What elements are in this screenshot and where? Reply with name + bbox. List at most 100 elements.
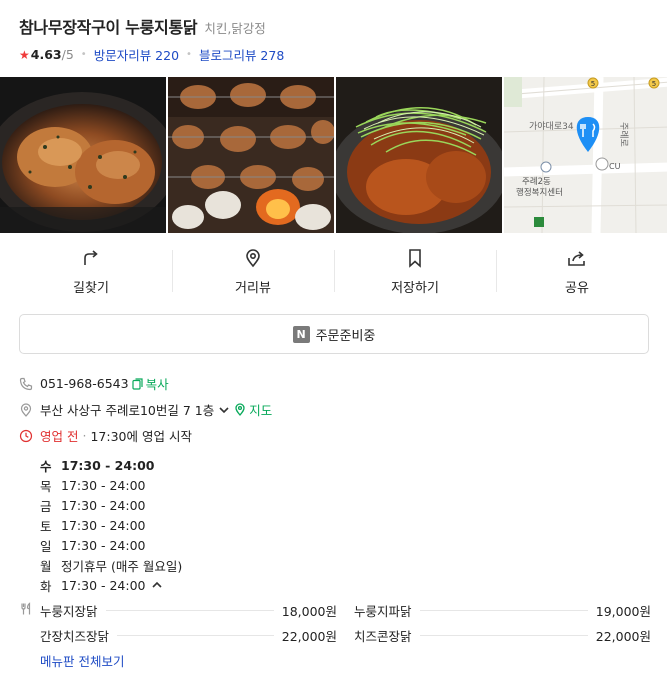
hours-time: 17:30 - 24:00 [61, 497, 146, 513]
place-title: 참나무장작구이 누룽지통닭 [19, 18, 198, 37]
location-pin-icon [20, 402, 32, 417]
hours-day: 금 [40, 498, 52, 514]
menu-item-name: 누룽지장닭 [40, 604, 98, 619]
hours-row: 목 17:30 - 24:00 [40, 475, 182, 495]
place-header: 참나무장작구이 누룽지통닭 치킨,닭강정 ★ 4.63 /5 • 방문자리뷰 2… [19, 14, 657, 64]
phone-row: 051-968-6543 복사 [19, 374, 169, 393]
hours-day: 월 [40, 558, 52, 574]
action-bar: 길찾기 거리뷰 저장하기 공유 [10, 242, 658, 300]
hours-time: 정기휴무 (매주 월요일) [61, 558, 183, 574]
menu-item[interactable]: 치즈콘장닭 22,000원 [354, 626, 651, 645]
menu-item-name: 치즈콘장닭 [354, 629, 412, 644]
photo-chicken-with-scallions[interactable] [336, 77, 502, 233]
directions-icon [84, 249, 98, 265]
rating-row: ★ 4.63 /5 • 방문자리뷰 220 • 블로그리뷰 278 [19, 45, 657, 64]
map-label-street: 주례로 [618, 122, 629, 147]
view-full-menu-link[interactable]: 메뉴판 전체보기 [40, 651, 124, 670]
hours-time: 17:30 - 24:00 [61, 537, 146, 553]
photo-roast-chicken-platter[interactable] [0, 77, 166, 233]
menu-item-name: 누룽지파닭 [354, 604, 412, 619]
menu-leader-line [419, 635, 588, 636]
map-label: 지도 [249, 403, 273, 418]
hours-day: 일 [40, 538, 52, 554]
address-text: 부산 사상구 주례로10번길 7 1층 [40, 403, 215, 418]
phone-number[interactable]: 051-968-6543 [40, 376, 129, 391]
place-category: 치킨,닭강정 [204, 21, 266, 36]
phone-icon [19, 377, 33, 390]
business-status-row: 영업 전 · 17:30에 영업 시작 [19, 426, 192, 445]
map-button[interactable]: 지도 [234, 400, 272, 419]
hours-row: 토 17:30 - 24:00 [40, 515, 182, 535]
order-label: 주문준비중 [315, 328, 376, 344]
menu-item-price: 19,000원 [595, 604, 651, 619]
menu-leader-line [105, 610, 274, 611]
copy-icon [131, 377, 143, 390]
clock-icon [19, 429, 33, 442]
menu-row: 누룽지장닭 18,000원 누룽지파닭 19,000원 [19, 598, 651, 623]
menu-item-name: 간장치즈장닭 [40, 629, 110, 644]
business-hours-list: 수 17:30 - 24:00 목 17:30 - 24:00 금 17:30 … [40, 455, 182, 595]
map-road-badge: 5 [652, 80, 656, 88]
hours-day: 화 [40, 578, 52, 594]
map-label-office: 주례2동 [522, 176, 551, 187]
map-label-office-2: 행정복지센터 [516, 187, 563, 198]
hours-day: 수 [40, 458, 52, 474]
menu-item[interactable]: 누룽지파닭 19,000원 [354, 601, 651, 620]
copy-label: 복사 [145, 377, 169, 392]
bookmark-icon [409, 248, 421, 268]
photo-location-map[interactable]: 5 5 가야대로34 주례로 CU 주례2동 행정복지센터 [504, 77, 667, 233]
hours-day: 토 [40, 518, 52, 534]
hours-row: 금 17:30 - 24:00 [40, 495, 182, 515]
map-pin-icon [235, 403, 245, 416]
directions-label: 길찾기 [73, 280, 109, 296]
menu-item-price: 18,000원 [281, 604, 337, 619]
star-icon: ★ [19, 47, 30, 62]
rating-value: 4.63 [30, 47, 62, 62]
hours-day: 목 [40, 478, 52, 494]
photo-rotisserie[interactable] [168, 77, 334, 233]
share-icon [568, 250, 585, 266]
naver-n-icon: N [292, 325, 310, 343]
hours-time: 17:30 - 24:00 [61, 577, 146, 593]
separator-dot: • [80, 49, 87, 60]
menu-item[interactable]: 간장치즈장닭 22,000원 [40, 626, 337, 645]
hours-row: 월 정기휴무 (매주 월요일) [40, 555, 182, 575]
hours-time: 17:30 - 24:00 [61, 517, 146, 533]
status-separator: · [82, 428, 87, 443]
rating-max: /5 [61, 47, 74, 62]
hours-row: 수 17:30 - 24:00 [40, 455, 182, 475]
menu-leader-line [419, 610, 588, 611]
visitor-review-link[interactable]: 방문자리뷰 220 [94, 45, 179, 64]
save-label: 저장하기 [391, 280, 439, 296]
blog-review-link[interactable]: 블로그리뷰 278 [199, 45, 284, 64]
hours-time: 17:30 - 24:00 [61, 477, 146, 493]
map-label-road: 가야대로34 [529, 121, 574, 132]
menu-item[interactable]: 누룽지장닭 18,000원 [40, 601, 337, 620]
directions-button[interactable]: 길찾기 [10, 242, 172, 300]
copy-button[interactable]: 복사 [131, 374, 169, 393]
map-label-store: CU [609, 162, 621, 171]
separator-dot: • [186, 49, 192, 60]
street-view-button[interactable]: 거리뷰 [172, 242, 334, 300]
status-next: 17:30에 영업 시작 [90, 429, 192, 444]
share-button[interactable]: 공유 [496, 242, 658, 300]
menu-leader-line [117, 635, 274, 636]
hours-row: 일 17:30 - 24:00 [40, 535, 182, 555]
hours-time: 17:30 - 24:00 [61, 457, 155, 473]
street-view-label: 거리뷰 [235, 280, 271, 296]
menu-list: 누룽지장닭 18,000원 누룽지파닭 19,000원 간장치즈장닭 22,00… [19, 598, 651, 648]
status-state: 영업 전 [40, 429, 79, 444]
share-label: 공유 [565, 280, 589, 296]
menu-item-price: 22,000원 [281, 629, 337, 644]
hours-row: 화 17:30 - 24:00 [40, 575, 182, 595]
order-button[interactable]: N 주문준비중 [19, 314, 649, 354]
save-button[interactable]: 저장하기 [334, 242, 496, 300]
map-road-badge: 5 [591, 80, 595, 88]
chevron-down-icon[interactable] [217, 403, 231, 417]
chevron-up-icon[interactable] [150, 578, 164, 592]
address-row: 부산 사상구 주례로10번길 7 1층 지도 [19, 400, 272, 419]
menu-item-price: 22,000원 [595, 629, 651, 644]
menu-row: 간장치즈장닭 22,000원 치즈콘장닭 22,000원 [19, 623, 651, 648]
photo-strip: 5 5 가야대로34 주례로 CU 주례2동 행정복지센터 [0, 77, 667, 233]
street-view-icon [246, 248, 260, 267]
